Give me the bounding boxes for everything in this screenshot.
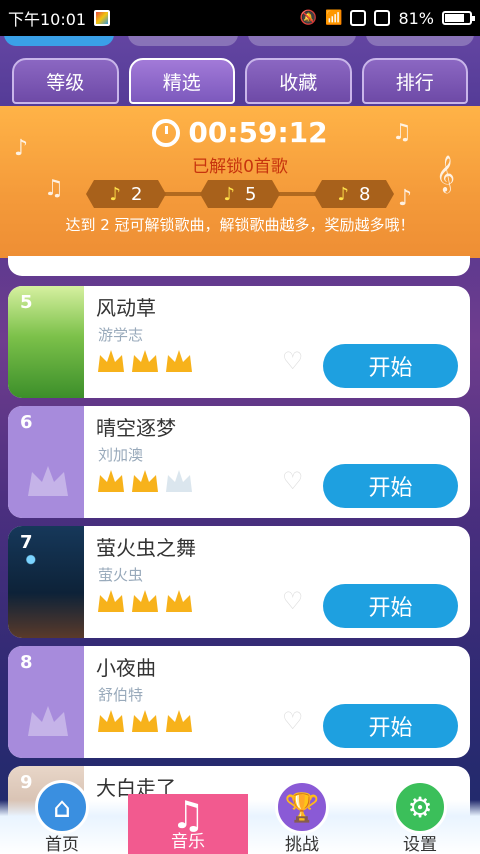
crown-empty-icon bbox=[164, 468, 194, 494]
music-note-icon: ♪ bbox=[109, 183, 122, 205]
tab-level[interactable]: 等级 bbox=[12, 58, 119, 104]
music-note-decoration-icon: ♪ bbox=[398, 186, 413, 211]
start-button[interactable]: 开始 bbox=[323, 584, 458, 628]
stopwatch-icon bbox=[152, 118, 181, 147]
nav-music-label: 音乐 bbox=[171, 832, 205, 852]
song-rank: 7 bbox=[20, 532, 33, 553]
song-card[interactable]: 7 萤火虫之舞 萤火虫 ♡ 开始 bbox=[8, 526, 470, 638]
timer-text: 00:59:12 bbox=[188, 116, 328, 149]
trophy-icon: 🏆 bbox=[275, 780, 329, 834]
crown-earned-icon bbox=[96, 588, 126, 614]
nav-challenge-label: 挑战 bbox=[285, 835, 319, 854]
crown-earned-icon bbox=[96, 348, 126, 374]
favorite-heart-icon[interactable]: ♡ bbox=[282, 469, 306, 493]
nav-settings[interactable]: ⚙ 设置 bbox=[380, 780, 460, 854]
crown-earned-icon bbox=[164, 708, 194, 734]
wifi-icon: 📶 bbox=[325, 10, 343, 26]
song-artist: 舒伯特 bbox=[98, 686, 144, 704]
tab-featured[interactable]: 精选 bbox=[128, 58, 235, 104]
battery-icon bbox=[442, 11, 475, 25]
crown-rating bbox=[96, 348, 194, 374]
favorite-heart-icon[interactable]: ♡ bbox=[282, 709, 306, 733]
home-icon: ⌂ bbox=[35, 780, 89, 834]
crown-earned-icon bbox=[164, 348, 194, 374]
crown-rating bbox=[96, 588, 194, 614]
tab-favorites[interactable]: 收藏 bbox=[245, 58, 352, 104]
unlock-hint: 达到 2 冠可解锁歌曲，解锁歌曲越多，奖励越多哦！ bbox=[65, 216, 415, 234]
song-title: 萤火虫之舞 bbox=[96, 536, 196, 560]
status-time: 下午10:01 bbox=[8, 10, 87, 29]
crown-earned-icon bbox=[130, 348, 160, 374]
battery-percent: 81% bbox=[398, 8, 434, 28]
song-title: 小夜曲 bbox=[96, 656, 156, 680]
song-card[interactable]: 5 风动草 游学志 ♡ 开始 bbox=[8, 286, 470, 398]
nav-challenge[interactable]: 🏆 挑战 bbox=[262, 780, 342, 854]
crown-earned-icon bbox=[130, 708, 160, 734]
song-card[interactable]: 8 小夜曲 舒伯特 ♡ 开始 bbox=[8, 646, 470, 758]
milestone-badge: ♪ 5 bbox=[200, 180, 280, 208]
unlock-banner: ♪ ♫ ♫ 𝄞 ♪ 00:59:12 已解锁0首歌 ♪ 2 ♪ 5 ♪ 8 达到… bbox=[0, 106, 480, 258]
favorite-heart-icon[interactable]: ♡ bbox=[282, 349, 306, 373]
milestone-value: 2 bbox=[131, 183, 143, 205]
song-title: 晴空逐梦 bbox=[96, 416, 176, 440]
unlocked-count: 已解锁0首歌 bbox=[192, 157, 288, 177]
favorite-heart-icon[interactable]: ♡ bbox=[282, 589, 306, 613]
crown-earned-icon bbox=[164, 588, 194, 614]
sim2-icon bbox=[374, 10, 391, 26]
crown-earned-icon bbox=[130, 588, 160, 614]
crown-placeholder-icon bbox=[28, 466, 68, 496]
countdown-timer: 00:59:12 bbox=[0, 116, 480, 149]
nav-music[interactable]: ♫ 音乐 bbox=[128, 794, 248, 854]
crown-earned-icon bbox=[130, 468, 160, 494]
song-card[interactable]: 6 晴空逐梦 刘加澳 ♡ 开始 bbox=[8, 406, 470, 518]
crown-earned-icon bbox=[96, 708, 126, 734]
milestone-badge: ♪ 2 bbox=[86, 180, 166, 208]
nav-home-label: 首页 bbox=[45, 835, 79, 854]
start-button[interactable]: 开始 bbox=[323, 704, 458, 748]
music-note-decoration-icon: ♫ bbox=[44, 176, 64, 201]
crown-earned-icon bbox=[96, 468, 126, 494]
song-artist: 萤火虫 bbox=[98, 566, 144, 584]
nav-home[interactable]: ⌂ 首页 bbox=[22, 780, 102, 854]
crown-rating bbox=[96, 468, 194, 494]
milestone-badge: ♪ 8 bbox=[314, 180, 394, 208]
status-bar: 下午10:01 🔕 📶 81% bbox=[0, 0, 480, 36]
start-button[interactable]: 开始 bbox=[323, 344, 458, 388]
song-rank: 6 bbox=[20, 412, 33, 433]
crown-placeholder-icon bbox=[28, 706, 68, 736]
nav-settings-label: 设置 bbox=[403, 835, 437, 854]
gear-icon: ⚙ bbox=[393, 780, 447, 834]
song-title: 风动草 bbox=[96, 296, 156, 320]
app-notification-icon bbox=[94, 10, 111, 26]
song-card-partial[interactable] bbox=[8, 256, 470, 276]
crown-rating bbox=[96, 708, 194, 734]
tab-ranking[interactable]: 排行 bbox=[361, 58, 468, 104]
stats-strip bbox=[0, 36, 480, 50]
sim-icon bbox=[350, 10, 367, 26]
music-note-icon: ♪ bbox=[337, 183, 350, 205]
song-artist: 游学志 bbox=[98, 326, 144, 344]
milestone-track: ♪ 2 ♪ 5 ♪ 8 bbox=[86, 180, 394, 208]
milestone-value: 8 bbox=[359, 183, 371, 205]
mute-icon: 🔕 bbox=[299, 10, 317, 26]
category-tabs: 等级 精选 收藏 排行 bbox=[12, 58, 468, 104]
milestone-value: 5 bbox=[245, 183, 257, 205]
song-rank: 8 bbox=[20, 652, 33, 673]
start-button[interactable]: 开始 bbox=[323, 464, 458, 508]
song-rank: 5 bbox=[20, 292, 33, 313]
music-note-icon: ♪ bbox=[223, 183, 236, 205]
song-artist: 刘加澳 bbox=[98, 446, 144, 464]
